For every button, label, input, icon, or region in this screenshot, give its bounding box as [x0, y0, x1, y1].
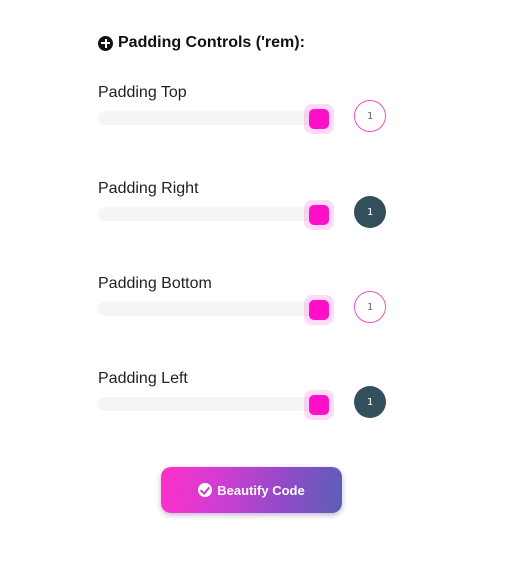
- padding-top-slider-thumb[interactable]: [304, 104, 334, 134]
- padding-bottom-slider-track[interactable]: [98, 302, 326, 316]
- beautify-code-button[interactable]: Beautify Code: [161, 467, 342, 513]
- padding-right-slider-thumb[interactable]: [304, 200, 334, 230]
- section-title-text: Padding Controls ('rem):: [118, 34, 305, 51]
- padding-bottom-value-badge: 1: [354, 291, 386, 323]
- padding-bottom-slider-thumb[interactable]: [304, 295, 334, 325]
- padding-right-slider-track[interactable]: [98, 207, 326, 221]
- padding-left-slider-thumb[interactable]: [304, 390, 334, 420]
- padding-top-control: Padding Top 1: [98, 84, 398, 144]
- section-title: Padding Controls ('rem):: [98, 34, 305, 52]
- padding-top-slider-track[interactable]: [98, 111, 326, 125]
- padding-right-value-badge: 1: [354, 196, 386, 228]
- check-circle-icon: [198, 483, 213, 497]
- beautify-code-label: Beautify Code: [217, 482, 305, 498]
- padding-bottom-control: Padding Bottom 1: [98, 275, 398, 335]
- padding-left-label: Padding Left: [98, 370, 188, 387]
- plus-circle-icon: [98, 35, 113, 51]
- padding-top-label: Padding Top: [98, 84, 187, 101]
- padding-top-value-badge: 1: [354, 100, 386, 132]
- padding-right-label: Padding Right: [98, 180, 199, 197]
- padding-bottom-label: Padding Bottom: [98, 275, 212, 292]
- padding-left-slider-track[interactable]: [98, 397, 326, 411]
- padding-left-value-badge: 1: [354, 386, 386, 418]
- padding-left-control: Padding Left 1: [98, 370, 398, 430]
- padding-right-control: Padding Right 1: [98, 180, 398, 240]
